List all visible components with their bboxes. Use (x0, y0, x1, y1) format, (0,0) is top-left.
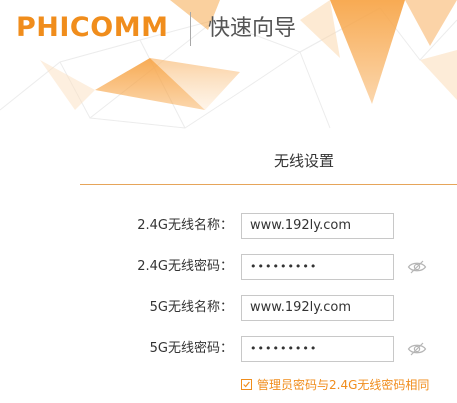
password-5g-label: 5G无线密码： (149, 341, 233, 356)
ssid-5g-input[interactable]: www.192ly.com (241, 295, 394, 321)
header-divider (190, 12, 191, 46)
section-divider (80, 184, 457, 185)
eye-slash-icon[interactable] (407, 341, 427, 357)
password-5g-row: 5G无线密码： ••••••••• (0, 336, 457, 362)
ssid-24g-input[interactable]: www.192ly.com (241, 213, 394, 239)
phicomm-logo: PHICOMM (16, 12, 169, 43)
password-5g-input[interactable]: ••••••••• (241, 336, 394, 362)
checkbox-box[interactable] (241, 379, 252, 390)
password-24g-label: 2.4G无线密码： (137, 259, 233, 274)
same-password-label: 管理员密码与2.4G无线密码相同 (257, 378, 430, 392)
password-24g-input[interactable]: ••••••••• (241, 254, 394, 280)
section-title: 无线设置 (274, 152, 335, 170)
ssid-24g-label: 2.4G无线名称： (137, 218, 233, 233)
ssid-5g-label: 5G无线名称： (149, 300, 233, 315)
ssid-24g-row: 2.4G无线名称： www.192ly.com (0, 213, 457, 239)
page-title: 快速向导 (208, 16, 297, 41)
password-24g-row: 2.4G无线密码： ••••••••• (0, 254, 457, 280)
header: PHICOMM 快速向导 (0, 0, 457, 60)
checkmark-icon (243, 381, 250, 388)
eye-slash-icon[interactable] (407, 259, 427, 275)
ssid-5g-row: 5G无线名称： www.192ly.com (0, 295, 457, 321)
